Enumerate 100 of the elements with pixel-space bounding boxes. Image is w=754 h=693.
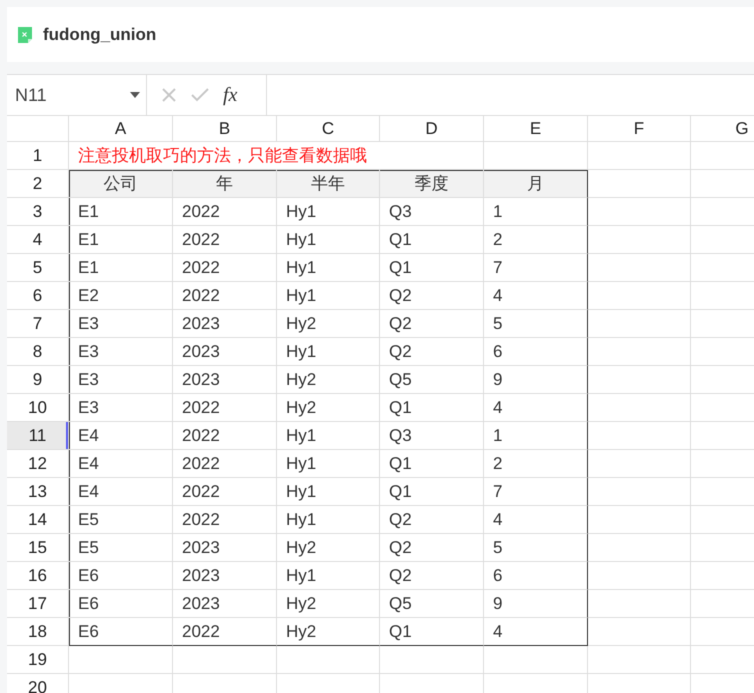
table-cell: E5: [69, 506, 173, 534]
table-cell: 2022: [173, 422, 277, 450]
table-cell: 4: [484, 506, 588, 534]
table-cell: 6: [484, 338, 588, 366]
table-cell: 1: [484, 422, 588, 450]
table-cell: 2022: [173, 226, 277, 254]
table-cell: 2022: [173, 506, 277, 534]
table-cell: E3: [69, 338, 173, 366]
check-icon[interactable]: [191, 88, 209, 102]
row-header[interactable]: 5: [7, 254, 69, 282]
row-header[interactable]: 11: [7, 422, 69, 450]
table-cell: 5: [484, 310, 588, 338]
table-cell: Hy2: [277, 590, 380, 618]
table-cell: Hy1: [277, 478, 380, 506]
column-header[interactable]: D: [380, 116, 484, 142]
table-cell: E6: [69, 590, 173, 618]
table-cell: 2022: [173, 254, 277, 282]
table-cell: Q1: [380, 478, 484, 506]
table-cell: 2: [484, 450, 588, 478]
name-box[interactable]: N11: [7, 75, 147, 115]
table-cell: Q5: [380, 590, 484, 618]
table-cell: 1: [484, 198, 588, 226]
table-cell: Hy1: [277, 450, 380, 478]
table-cell: Hy1: [277, 506, 380, 534]
table-cell: 2023: [173, 590, 277, 618]
row-header[interactable]: 8: [7, 338, 69, 366]
row-header[interactable]: 12: [7, 450, 69, 478]
row-header[interactable]: 4: [7, 226, 69, 254]
table-cell: 4: [484, 618, 588, 646]
cancel-icon[interactable]: [161, 87, 177, 103]
table-cell: 2: [484, 226, 588, 254]
table-cell: 2022: [173, 450, 277, 478]
column-header-cell: 年: [173, 170, 277, 198]
table-cell: 9: [484, 590, 588, 618]
column-header-cell: 公司: [69, 170, 173, 198]
table-cell: Hy2: [277, 310, 380, 338]
table-cell: 4: [484, 394, 588, 422]
row-header[interactable]: 1: [7, 142, 69, 170]
row-header[interactable]: 10: [7, 394, 69, 422]
table-cell: 2022: [173, 478, 277, 506]
column-header[interactable]: F: [588, 116, 691, 142]
table-cell: E3: [69, 394, 173, 422]
table-cell: Hy1: [277, 422, 380, 450]
table-cell: E6: [69, 562, 173, 590]
table-cell: Q2: [380, 282, 484, 310]
row-header[interactable]: 9: [7, 366, 69, 394]
table-cell: 2023: [173, 366, 277, 394]
table-cell: 7: [484, 478, 588, 506]
column-header[interactable]: E: [484, 116, 588, 142]
table-cell: 2023: [173, 310, 277, 338]
table-cell: Q1: [380, 254, 484, 282]
table-cell: E6: [69, 618, 173, 646]
table-cell: E4: [69, 422, 173, 450]
table-cell: Hy2: [277, 618, 380, 646]
table-cell: Hy1: [277, 562, 380, 590]
table-cell: Q1: [380, 394, 484, 422]
column-header-cell: 半年: [277, 170, 380, 198]
row-header[interactable]: 16: [7, 562, 69, 590]
column-header-cell: 季度: [380, 170, 484, 198]
table-cell: Q3: [380, 422, 484, 450]
table-cell: Hy1: [277, 226, 380, 254]
table-cell: Q2: [380, 310, 484, 338]
table-cell: E4: [69, 450, 173, 478]
table-cell: 2022: [173, 394, 277, 422]
table-cell: E3: [69, 366, 173, 394]
row-header[interactable]: 18: [7, 618, 69, 646]
table-cell: 2023: [173, 338, 277, 366]
column-header[interactable]: C: [277, 116, 380, 142]
column-header[interactable]: A: [69, 116, 173, 142]
table-cell: Hy1: [277, 254, 380, 282]
row-header[interactable]: 2: [7, 170, 69, 198]
row-header[interactable]: 7: [7, 310, 69, 338]
caret-icon[interactable]: [130, 92, 140, 98]
column-header-cell: 月: [484, 170, 588, 198]
table-cell: 2022: [173, 618, 277, 646]
row-header[interactable]: 17: [7, 590, 69, 618]
table-cell: E3: [69, 310, 173, 338]
table-cell: E1: [69, 198, 173, 226]
table-cell: Q2: [380, 562, 484, 590]
row-header[interactable]: 6: [7, 282, 69, 310]
row-header[interactable]: 19: [7, 646, 69, 674]
table-cell: Hy2: [277, 394, 380, 422]
cell-reference: N11: [15, 84, 47, 106]
table-cell: E5: [69, 534, 173, 562]
row-header[interactable]: 14: [7, 506, 69, 534]
table-cell: 4: [484, 282, 588, 310]
table-cell: 9: [484, 366, 588, 394]
table-cell: E1: [69, 254, 173, 282]
table-cell: E4: [69, 478, 173, 506]
row-header[interactable]: 13: [7, 478, 69, 506]
table-cell: Hy1: [277, 198, 380, 226]
table-cell: Hy1: [277, 282, 380, 310]
table-cell: 7: [484, 254, 588, 282]
table-cell: 2022: [173, 282, 277, 310]
row-header[interactable]: 15: [7, 534, 69, 562]
row-header[interactable]: 3: [7, 198, 69, 226]
table-cell: 2023: [173, 534, 277, 562]
column-header[interactable]: B: [173, 116, 277, 142]
table-cell: 6: [484, 562, 588, 590]
function-label[interactable]: fx: [223, 84, 238, 106]
